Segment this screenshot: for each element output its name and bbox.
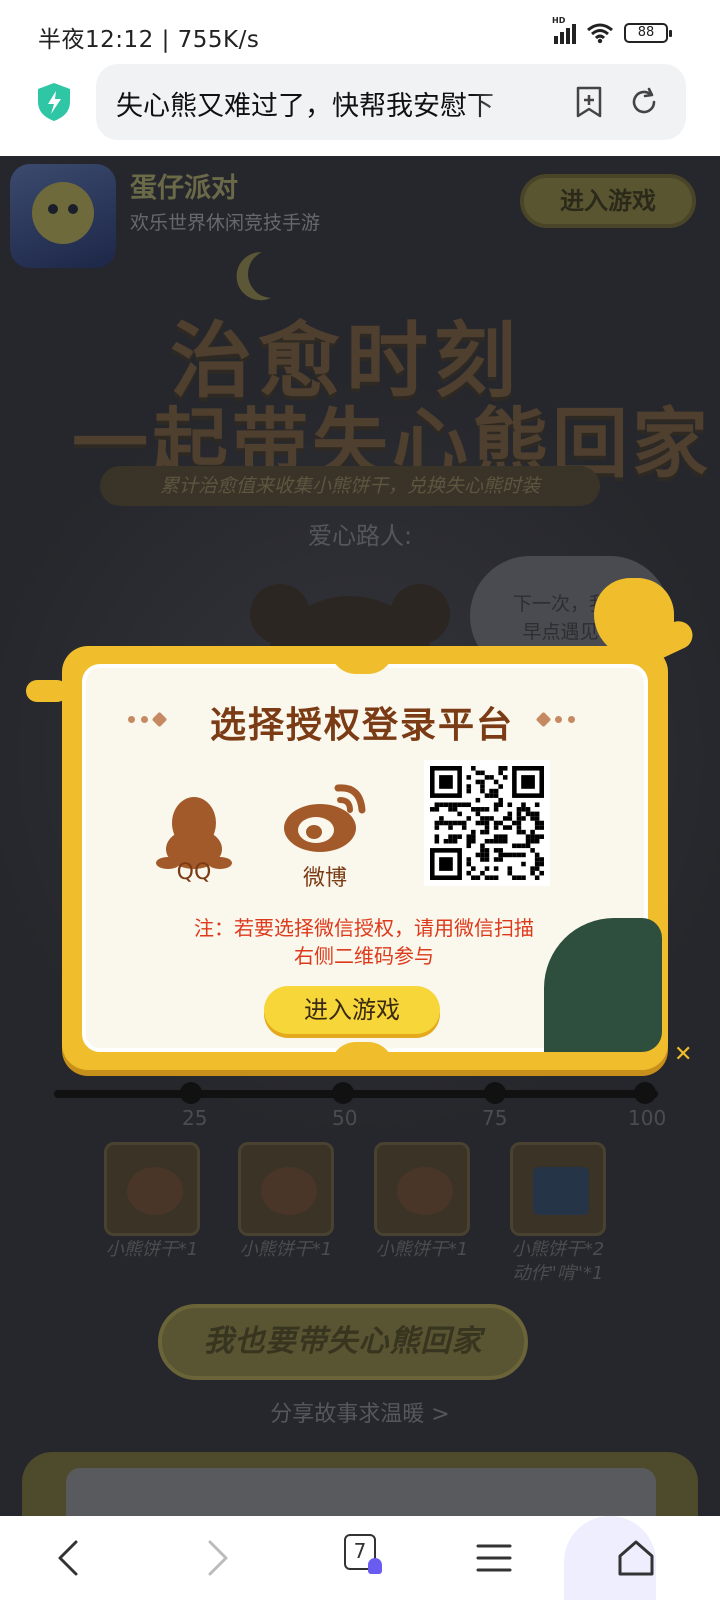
security-shield-icon[interactable] xyxy=(36,82,72,122)
reward-item[interactable] xyxy=(510,1142,606,1236)
signal-icon: HD xyxy=(552,16,576,44)
app-subtitle: 欢乐世界休闲竞技手游 xyxy=(130,212,321,234)
reward-item[interactable] xyxy=(374,1142,470,1236)
bottom-panel xyxy=(22,1452,698,1516)
wechat-note: 注：若要选择微信授权，请用微信扫描 右侧二维码参与 xyxy=(114,914,614,970)
progress-dot xyxy=(180,1082,202,1104)
banner-enter-game-button[interactable]: 进入游戏 xyxy=(520,174,696,228)
progress-dot xyxy=(634,1082,656,1104)
bear-cookie-icon xyxy=(261,1167,317,1215)
back-icon[interactable] xyxy=(46,1534,94,1582)
forward-icon[interactable] xyxy=(192,1534,240,1582)
share-story-link[interactable]: 分享故事求温暖 > xyxy=(0,1396,720,1428)
reward-label: 小熊饼干*1 xyxy=(375,1239,469,1260)
modal-title: 选择授权登录平台 xyxy=(209,705,514,746)
login-platform-modal: ✕ 选择授权登录平台 QQ 微博 注：若要选择微信授权，请用微信扫描 右侧二维码… xyxy=(26,578,698,1074)
bring-bear-home-button[interactable]: 我也要带失心熊回家 xyxy=(158,1304,528,1380)
battery-icon: 88 xyxy=(624,23,672,43)
app-name: 蛋仔派对 xyxy=(130,173,238,204)
progress-tick: 100 xyxy=(628,1106,667,1130)
reward-item[interactable] xyxy=(238,1142,334,1236)
helper-label: 爱心路人: xyxy=(307,522,413,550)
progress-tick: 50 xyxy=(332,1106,358,1130)
reward-item[interactable] xyxy=(104,1142,200,1236)
reward-label-line: 动作"啃"*1 xyxy=(512,1263,604,1284)
weibo-label[interactable]: 微博 xyxy=(280,860,370,892)
hero-subtitle: 累计治愈值来收集小熊饼干，兑换失心熊时装 xyxy=(100,466,600,506)
weibo-icon[interactable] xyxy=(280,778,370,858)
progress-track xyxy=(54,1090,658,1098)
progress-tick: 75 xyxy=(482,1106,508,1130)
reward-label: 小熊饼干*1 xyxy=(105,1239,199,1260)
add-bookmark-icon[interactable] xyxy=(574,86,604,118)
progress-dot xyxy=(332,1082,354,1104)
menu-icon[interactable] xyxy=(470,1534,518,1582)
bear-cookie-icon xyxy=(127,1167,183,1215)
status-icons: HD 88 xyxy=(552,16,672,44)
gift-box-icon xyxy=(533,1167,589,1215)
progress-tick: 25 xyxy=(182,1106,208,1130)
status-bar: 半夜12:12 | 755K/s HD 88 xyxy=(0,0,720,64)
url-field[interactable]: 失心熊又难过了，快帮我安慰下 xyxy=(96,64,686,140)
ghost-badge-icon xyxy=(368,1558,382,1574)
note-line: 注：若要选择微信授权，请用微信扫描 xyxy=(194,916,534,940)
address-bar: 失心熊又难过了，快帮我安慰下 xyxy=(0,64,720,156)
app-icon[interactable] xyxy=(10,164,116,268)
wechat-qr-code[interactable] xyxy=(424,760,550,886)
qq-label[interactable]: QQ xyxy=(154,860,234,885)
modal-enter-game-button[interactable]: 进入游戏 xyxy=(264,986,440,1034)
home-icon[interactable] xyxy=(612,1534,660,1582)
wifi-icon xyxy=(587,23,613,44)
bear-cookie-icon xyxy=(397,1167,453,1215)
browser-nav-bar: 7 xyxy=(0,1516,720,1600)
app-banner[interactable]: 蛋仔派对 欢乐世界休闲竞技手游 进入游戏 xyxy=(0,156,720,268)
hd-label: HD xyxy=(552,16,566,25)
status-time: 半夜12:12 | 755K/s xyxy=(38,27,260,53)
note-line: 右侧二维码参与 xyxy=(294,944,434,968)
title-dots-right xyxy=(535,711,575,728)
progress-dot xyxy=(484,1082,506,1104)
reward-label: 小熊饼干*1 xyxy=(239,1239,333,1260)
reward-label: 小熊饼干*2 动作"啃"*1 xyxy=(498,1238,618,1286)
reload-icon[interactable] xyxy=(628,86,660,118)
url-text[interactable]: 失心熊又难过了，快帮我安慰下 xyxy=(116,84,536,123)
sparkle-decoration: ✕ xyxy=(674,1042,693,1067)
reward-label-line: 小熊饼干*2 xyxy=(511,1239,605,1260)
